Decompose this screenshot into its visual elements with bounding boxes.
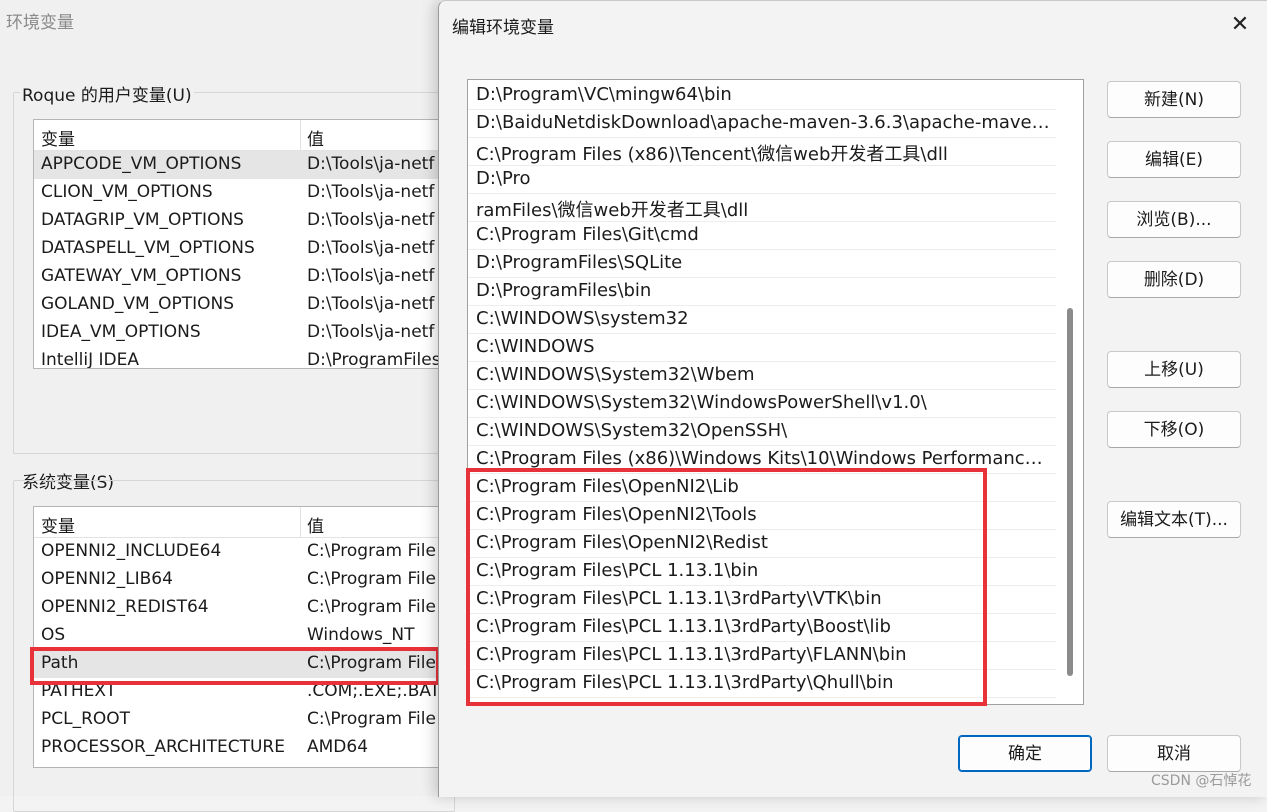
variable-value: C:\Program File: [307, 569, 436, 589]
delete-button[interactable]: 删除(D): [1107, 261, 1241, 298]
variable-value: D:\Tools\ja-netf: [307, 294, 435, 314]
path-entry-text: C:\WINDOWS: [476, 336, 595, 357]
watermark: CSDN @石悼花: [1151, 773, 1252, 789]
table-row[interactable]: PCL_ROOT C:\Program File: [34, 706, 454, 734]
variable-value: D:\Tools\ja-netf: [307, 210, 435, 230]
path-entry[interactable]: D:\Pro: [468, 165, 1056, 194]
user-variables-label: Roque 的用户变量(U): [20, 81, 194, 106]
table-row[interactable]: IDEA_VM_OPTIONS D:\Tools\ja-netf: [34, 319, 454, 347]
column-header-variable[interactable]: 变量: [41, 125, 75, 150]
variable-value: C:\Program File: [307, 597, 436, 617]
variable-value: AMD64: [307, 737, 369, 757]
path-entry-text: D:\ProgramFiles\SQLite: [476, 252, 683, 273]
path-entry-text: C:\WINDOWS\System32\WindowsPowerShell\v1…: [476, 392, 927, 413]
path-entry-text: D:\Program\VC\mingw64\bin: [476, 84, 732, 105]
column-header-value[interactable]: 值: [307, 512, 324, 537]
path-entry-text: C:\Program Files (x86)\Windows Kits\10\W…: [476, 448, 1052, 469]
variable-value: D:\Tools\ja-netf: [307, 154, 435, 174]
user-variables-table[interactable]: 变量 值 APPCODE_VM_OPTIONS D:\Tools\ja-netf C…: [33, 119, 455, 369]
table-row[interactable]: DATASPELL_VM_OPTIONS D:\Tools\ja-netf: [34, 235, 454, 263]
variable-value: C:\Program File: [307, 541, 436, 561]
path-entry-text: C:\WINDOWS\system32: [476, 308, 689, 329]
variable-name: OPENNI2_REDIST64: [41, 597, 209, 617]
table-row[interactable]: IntelliJ IDEA D:\ProgramFiles: [34, 347, 454, 369]
variable-value: D:\Tools\ja-netf: [307, 182, 435, 202]
path-row-highlight: [30, 647, 440, 685]
edit-environment-variable-dialog: 编辑环境变量 ✕ D:\Program\VC\mingw64\bin D:\Bai…: [438, 0, 1267, 797]
path-entry-text: C:\WINDOWS\System32\Wbem: [476, 364, 755, 385]
path-entry[interactable]: D:\BaiduNetdiskDownload\apache-maven-3.6…: [468, 109, 1056, 138]
table-row[interactable]: OPENNI2_REDIST64 C:\Program File: [34, 594, 454, 622]
variable-value: C:\Program File: [307, 709, 436, 729]
move-down-button[interactable]: 下移(O): [1107, 411, 1241, 448]
variable-value: D:\Tools\ja-netf: [307, 322, 435, 342]
table-row[interactable]: GATEWAY_VM_OPTIONS D:\Tools\ja-netf: [34, 263, 454, 291]
path-entry-text: C:\Program Files (x86)\Tencent\微信web开发者工…: [476, 144, 948, 165]
new-button[interactable]: 新建(N): [1107, 81, 1241, 118]
path-entry-text: ramFiles\微信web开发者工具\dll: [476, 200, 749, 221]
variable-value: Windows_NT: [307, 625, 415, 645]
variable-value: D:\ProgramFiles: [307, 350, 441, 369]
column-header-variable[interactable]: 变量: [41, 512, 75, 537]
path-entry[interactable]: D:\Program\VC\mingw64\bin: [468, 81, 1056, 110]
path-entry[interactable]: D:\ProgramFiles\SQLite: [468, 249, 1056, 278]
table-header: 变量 值: [34, 507, 454, 538]
table-row[interactable]: APPCODE_VM_OPTIONS D:\Tools\ja-netf: [34, 151, 454, 179]
variable-name: GOLAND_VM_OPTIONS: [41, 294, 235, 314]
table-row[interactable]: DATAGRIP_VM_OPTIONS D:\Tools\ja-netf: [34, 207, 454, 235]
variable-name: IDEA_VM_OPTIONS: [41, 322, 201, 342]
variable-name: PCL_ROOT: [41, 709, 131, 729]
system-variables-table[interactable]: 变量 值 OPENNI2_INCLUDE64 C:\Program File OPE…: [33, 506, 455, 768]
edit-button[interactable]: 编辑(E): [1107, 141, 1241, 178]
edit-text-button[interactable]: 编辑文本(T)...: [1107, 501, 1241, 538]
new-entries-highlight: [466, 468, 987, 706]
close-icon[interactable]: ✕: [1225, 11, 1255, 39]
variable-name: GATEWAY_VM_OPTIONS: [41, 266, 242, 286]
variable-value: D:\Tools\ja-netf: [307, 238, 435, 258]
path-entry-text: C:\WINDOWS\System32\OpenSSH\: [476, 420, 788, 441]
path-entry[interactable]: C:\WINDOWS\System32\OpenSSH\: [468, 417, 1056, 446]
scrollbar-thumb[interactable]: [1067, 308, 1073, 676]
path-entry[interactable]: C:\WINDOWS\System32\WindowsPowerShell\v1…: [468, 389, 1056, 418]
table-row[interactable]: GOLAND_VM_OPTIONS D:\Tools\ja-netf: [34, 291, 454, 319]
column-header-value[interactable]: 值: [307, 125, 324, 150]
path-entry[interactable]: C:\Program Files\Git\cmd: [468, 221, 1056, 250]
dialog-title: 编辑环境变量: [452, 18, 554, 38]
path-entry[interactable]: C:\WINDOWS\System32\Wbem: [468, 361, 1056, 390]
path-entry-text: D:\BaiduNetdiskDownload\apache-maven-3.6…: [476, 112, 1052, 133]
window-title: 环境变量: [6, 13, 74, 33]
variable-name: OPENNI2_INCLUDE64: [41, 541, 222, 561]
variable-name: OPENNI2_LIB64: [41, 569, 173, 589]
path-entry[interactable]: C:\WINDOWS: [468, 333, 1056, 362]
path-entry-text: C:\Program Files\Git\cmd: [476, 224, 699, 245]
variable-name: APPCODE_VM_OPTIONS: [41, 154, 242, 174]
table-header: 变量 值: [34, 120, 454, 151]
table-row[interactable]: OPENNI2_LIB64 C:\Program File: [34, 566, 454, 594]
table-row[interactable]: OS Windows_NT: [34, 622, 454, 650]
variable-name: PROCESSOR_ARCHITECTURE: [41, 737, 285, 757]
path-entry[interactable]: C:\WINDOWS\system32: [468, 305, 1056, 334]
table-row[interactable]: PROCESSOR_ARCHITECTURE AMD64: [34, 734, 454, 762]
environment-variables-window: 环境变量 Roque 的用户变量(U) 变量 值 APPCODE_VM_OPTI…: [0, 0, 455, 812]
variable-name: IntelliJ IDEA: [41, 350, 139, 369]
browse-button[interactable]: 浏览(B)...: [1107, 201, 1241, 238]
path-entry-text: D:\ProgramFiles\bin: [476, 280, 652, 301]
ok-button[interactable]: 确定: [958, 735, 1092, 772]
table-row[interactable]: CLION_VM_OPTIONS D:\Tools\ja-netf: [34, 179, 454, 207]
path-entry[interactable]: C:\Program Files (x86)\Tencent\微信web开发者工…: [468, 137, 1056, 166]
variable-name: CLION_VM_OPTIONS: [41, 182, 213, 202]
variable-name: DATAGRIP_VM_OPTIONS: [41, 210, 244, 230]
path-entry[interactable]: D:\ProgramFiles\bin: [468, 277, 1056, 306]
path-entry-text: D:\Pro: [476, 168, 531, 189]
path-entry[interactable]: ramFiles\微信web开发者工具\dll: [468, 193, 1056, 222]
variable-name: OS: [41, 625, 66, 645]
move-up-button[interactable]: 上移(U): [1107, 351, 1241, 388]
variable-name: DATASPELL_VM_OPTIONS: [41, 238, 255, 258]
cancel-button[interactable]: 取消: [1107, 735, 1241, 772]
variable-value: D:\Tools\ja-netf: [307, 266, 435, 286]
table-row[interactable]: OPENNI2_INCLUDE64 C:\Program File: [34, 538, 454, 566]
